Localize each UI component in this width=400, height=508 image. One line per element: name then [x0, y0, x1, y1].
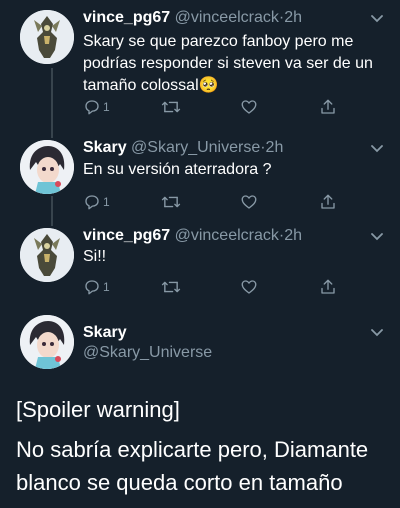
timestamp[interactable]: 2h	[284, 9, 302, 26]
chevron-down-icon[interactable]	[370, 144, 384, 154]
heart-icon	[240, 278, 258, 296]
chevron-down-icon[interactable]	[370, 232, 384, 242]
retweet-button[interactable]	[161, 276, 181, 298]
user-handle[interactable]: @Skary_Universe	[83, 344, 212, 361]
reply-count: 1	[103, 280, 110, 294]
tweet-header: vince_pg67 @vinceelcrack·2h	[83, 227, 302, 245]
share-icon	[319, 278, 337, 296]
chevron-down-icon[interactable]	[370, 328, 384, 338]
tweet-text-line: Si!!	[83, 248, 107, 265]
share-icon	[319, 98, 337, 116]
display-name[interactable]: vince_pg67	[83, 9, 170, 26]
reply-count: 1	[103, 195, 110, 209]
share-button[interactable]	[319, 96, 337, 118]
user-handle[interactable]: @Skary_Universe	[131, 139, 260, 156]
share-button[interactable]	[319, 191, 337, 213]
user-handle[interactable]: @vinceelcrack	[175, 227, 279, 244]
tweet-text-line: No sabría explicarte pero, Diamante	[16, 437, 369, 462]
retweet-icon	[161, 193, 181, 211]
reply-icon	[83, 193, 101, 211]
tweet-text-line: Skary se que parezco fanboy pero me	[83, 33, 354, 50]
tweet-header: vince_pg67 @vinceelcrack·2h	[83, 9, 302, 27]
tweet-text-line: En su versión aterradora ?	[83, 161, 272, 178]
display-name[interactable]: Skary	[83, 139, 127, 156]
retweet-icon	[161, 98, 181, 116]
like-button[interactable]	[240, 191, 258, 213]
author-name-row: Skary	[83, 324, 127, 342]
tweet-text-line: blanco se queda corto en tamaño	[16, 470, 343, 495]
tweet-text: En su versión aterradora ?	[83, 159, 388, 181]
display-name[interactable]: vince_pg67	[83, 227, 170, 244]
reply-icon	[83, 278, 101, 296]
reply-button[interactable]: 1	[83, 96, 110, 118]
retweet-button[interactable]	[161, 96, 181, 118]
heart-icon	[240, 193, 258, 211]
reply-icon	[83, 98, 101, 116]
tweet-header: Skary @Skary_Universe·2h	[83, 139, 283, 157]
share-button[interactable]	[319, 276, 337, 298]
retweet-button[interactable]	[161, 191, 181, 213]
display-name[interactable]: Skary	[83, 324, 127, 341]
tweet-actions: 1	[83, 276, 353, 298]
avatar[interactable]	[20, 140, 74, 194]
avatar[interactable]	[20, 228, 74, 282]
retweet-icon	[161, 278, 181, 296]
reply-count: 1	[103, 100, 110, 114]
tweet-actions: 1	[83, 191, 353, 213]
share-icon	[319, 193, 337, 211]
user-handle[interactable]: @vinceelcrack	[175, 9, 279, 26]
author-handle-row: @Skary_Universe	[83, 344, 212, 362]
like-button[interactable]	[240, 276, 258, 298]
tweet-text-line: podrías responder si steven va ser de un	[83, 55, 373, 72]
tweet-text-line: tamaño colossal🥺	[83, 77, 219, 94]
tweet-actions: 1	[83, 96, 353, 118]
like-button[interactable]	[240, 96, 258, 118]
tweet-text: Si!!	[83, 246, 388, 268]
spoiler-warning-text: [Spoiler warning]	[16, 397, 180, 422]
avatar[interactable]	[20, 10, 74, 64]
timestamp[interactable]: 2h	[266, 139, 284, 156]
heart-icon	[240, 98, 258, 116]
thread-line	[51, 68, 53, 138]
avatar[interactable]	[20, 315, 74, 369]
reply-button[interactable]: 1	[83, 191, 110, 213]
chevron-down-icon[interactable]	[370, 14, 384, 24]
reply-button[interactable]: 1	[83, 276, 110, 298]
timestamp[interactable]: 2h	[284, 227, 302, 244]
tweet-text: Skary se que parezco fanboy pero me podr…	[83, 31, 388, 97]
thread-line	[51, 196, 53, 226]
